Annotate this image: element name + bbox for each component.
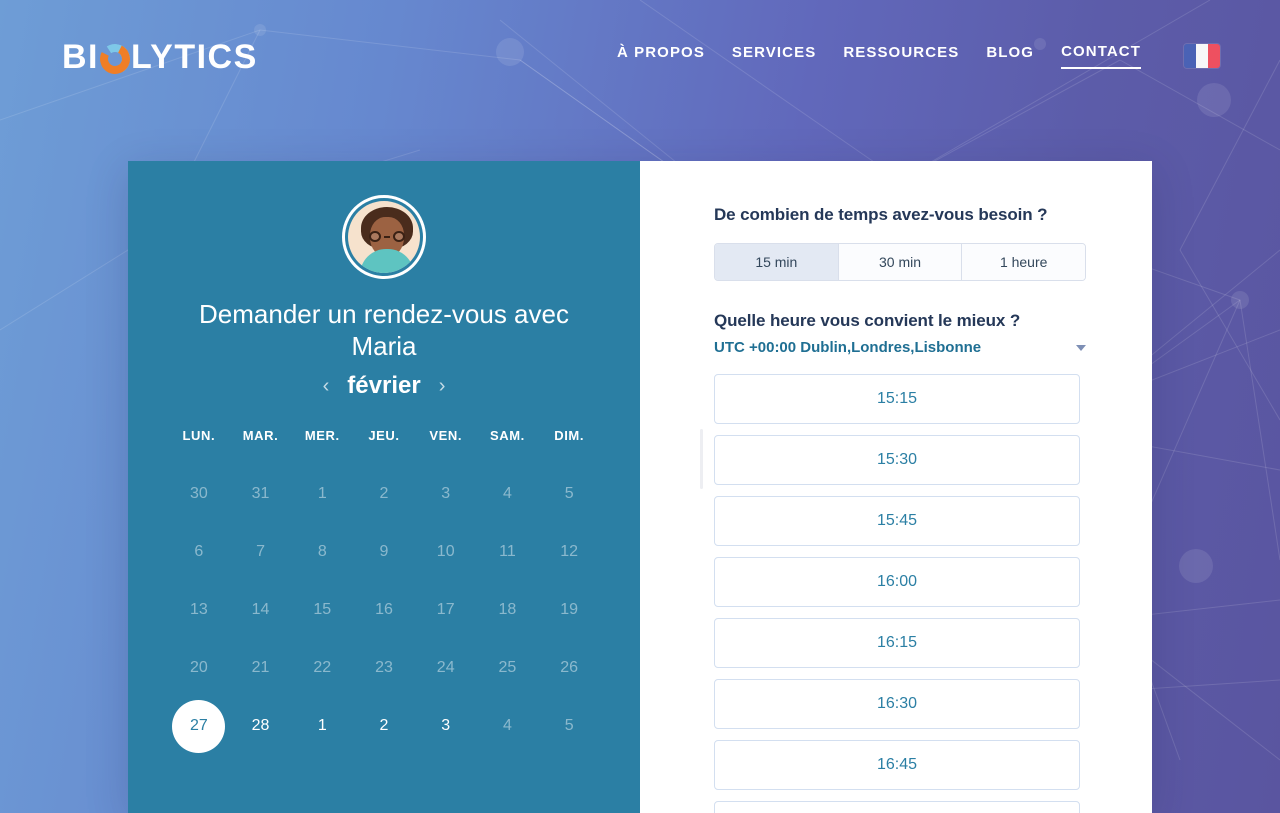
duration-option-15-min[interactable]: 15 min [715, 244, 839, 280]
calendar-day: 21 [251, 659, 270, 677]
month-navigation: ‹ février › [168, 372, 600, 400]
weekday-header-6: DIM. [554, 428, 585, 444]
next-month-icon[interactable]: › [435, 374, 450, 398]
calendar-day: 20 [189, 659, 208, 677]
calendar-day: 31 [251, 485, 270, 503]
calendar-day: 7 [256, 543, 266, 561]
nav-item-a-propos[interactable]: À PROPOS [617, 44, 705, 68]
calendar-day: 25 [498, 659, 517, 677]
weekday-header-5: SAM. [489, 428, 525, 444]
slots-panel: De combien de temps avez-vous besoin ? 1… [640, 161, 1152, 813]
duration-option-1-heure[interactable]: 1 heure [962, 244, 1085, 280]
calendar-day: 5 [564, 485, 574, 503]
chevron-down-icon [1076, 344, 1086, 351]
slot-list-scrollbar[interactable] [700, 429, 703, 489]
nav-item-services[interactable]: SERVICES [732, 44, 816, 68]
weekday-header-4: VEN. [429, 428, 463, 444]
time-heading: Quelle heure vous convient le mieux ? [714, 311, 1021, 330]
avatar [342, 195, 426, 279]
calendar-day: 11 [499, 543, 516, 561]
time-slot-button[interactable]: 16:00 [714, 557, 1080, 607]
site-header: BI LYTICS À PROPOS SERVICES RESSOURCES B… [0, 0, 1280, 156]
france-flag-icon[interactable] [1184, 44, 1220, 68]
current-month-label: février [347, 372, 421, 400]
calendar-panel: Demander un rendez-vous avec Maria ‹ fév… [128, 161, 640, 813]
calendar-day: 17 [436, 601, 455, 619]
calendar-day: 23 [375, 659, 393, 677]
calendar-day[interactable]: 3 [419, 700, 472, 753]
nav-item-contact[interactable]: CONTACT [1061, 43, 1141, 69]
brand-name-part2: LYTICS [131, 38, 258, 76]
calendar-day: 26 [560, 659, 579, 677]
calendar-day: 5 [564, 717, 574, 735]
calendar-day: 10 [436, 543, 455, 561]
time-slot-list: 15:15 15:30 15:45 16:00 16:15 16:30 16:45 17:00 [714, 374, 1080, 813]
calendar-day: 4 [502, 717, 512, 735]
weekday-header-1: MAR. [242, 428, 279, 444]
nav-item-blog[interactable]: BLOG [986, 44, 1034, 68]
calendar-weekday-header: LUN. MAR. MER. JEU. VEN. SAM. DIM. [168, 428, 600, 443]
time-slot-button[interactable]: 16:45 [714, 740, 1080, 790]
calendar-title: Demander un rendez-vous avec Maria [199, 299, 569, 361]
calendar-day[interactable]: 27 [172, 699, 226, 753]
time-slot-button[interactable]: 15:15 [714, 374, 1080, 424]
time-slot-button[interactable]: 16:15 [714, 618, 1080, 668]
prev-month-icon[interactable]: ‹ [319, 374, 334, 398]
timezone-select[interactable]: UTC +00:00 Dublin,Londres,Lisbonne [714, 339, 1086, 356]
calendar-day: 24 [436, 659, 455, 677]
calendar-day-grid: 30 31 1 2 3 4 5 6 7 8 9 10 11 12 13 14 15 16 17 18 19 20 21 22 2… [168, 465, 600, 755]
duration-heading: De combien de temps avez-vous besoin ? [714, 205, 1048, 224]
calendar-day: 2 [379, 485, 389, 503]
calendar-day[interactable]: 2 [357, 700, 410, 753]
time-slot-button[interactable]: 15:30 [714, 435, 1080, 485]
calendar-day: 6 [194, 543, 204, 561]
calendar-day: 9 [379, 543, 389, 561]
calendar-day: 30 [189, 485, 208, 503]
nav-item-ressources[interactable]: RESSOURCES [843, 44, 959, 68]
page-root: BI LYTICS À PROPOS SERVICES RESSOURCES B… [0, 0, 1280, 813]
brand-logo[interactable]: BI LYTICS [62, 38, 258, 78]
calendar-day: 22 [313, 659, 332, 677]
weekday-header-2: MER. [304, 428, 340, 444]
logo-c-mark-icon [96, 40, 134, 78]
time-slot-button[interactable]: 16:30 [714, 679, 1080, 729]
calendar-day: 16 [375, 601, 393, 619]
duration-option-30-min[interactable]: 30 min [838, 244, 963, 280]
brand-name-part1: BI [62, 38, 99, 76]
calendar-day: 19 [560, 601, 579, 619]
main-navigation: À PROPOS SERVICES RESSOURCES BLOG CONTAC… [617, 43, 1220, 69]
weekday-header-0: LUN. [182, 428, 216, 444]
calendar-day: 15 [313, 601, 332, 619]
calendar-day: 13 [189, 601, 208, 619]
timezone-label: UTC +00:00 Dublin,Londres,Lisbonne [714, 339, 982, 356]
calendar-day: 12 [560, 543, 579, 561]
calendar-day[interactable]: 1 [296, 700, 349, 753]
calendar-day: 4 [502, 485, 512, 503]
calendar-day: 14 [251, 601, 270, 619]
calendar-day: 18 [498, 601, 517, 619]
calendar-day: 1 [317, 485, 327, 503]
booking-widget: Demander un rendez-vous avec Maria ‹ fév… [128, 161, 1152, 813]
time-slot-button[interactable]: 17:00 [714, 801, 1080, 813]
calendar-day[interactable]: 28 [234, 700, 287, 753]
weekday-header-3: JEU. [368, 428, 400, 444]
duration-toggle-group: 15 min 30 min 1 heure [714, 243, 1086, 281]
time-slot-button[interactable]: 15:45 [714, 496, 1080, 546]
calendar-day: 8 [317, 543, 327, 561]
calendar-day: 3 [441, 485, 451, 503]
